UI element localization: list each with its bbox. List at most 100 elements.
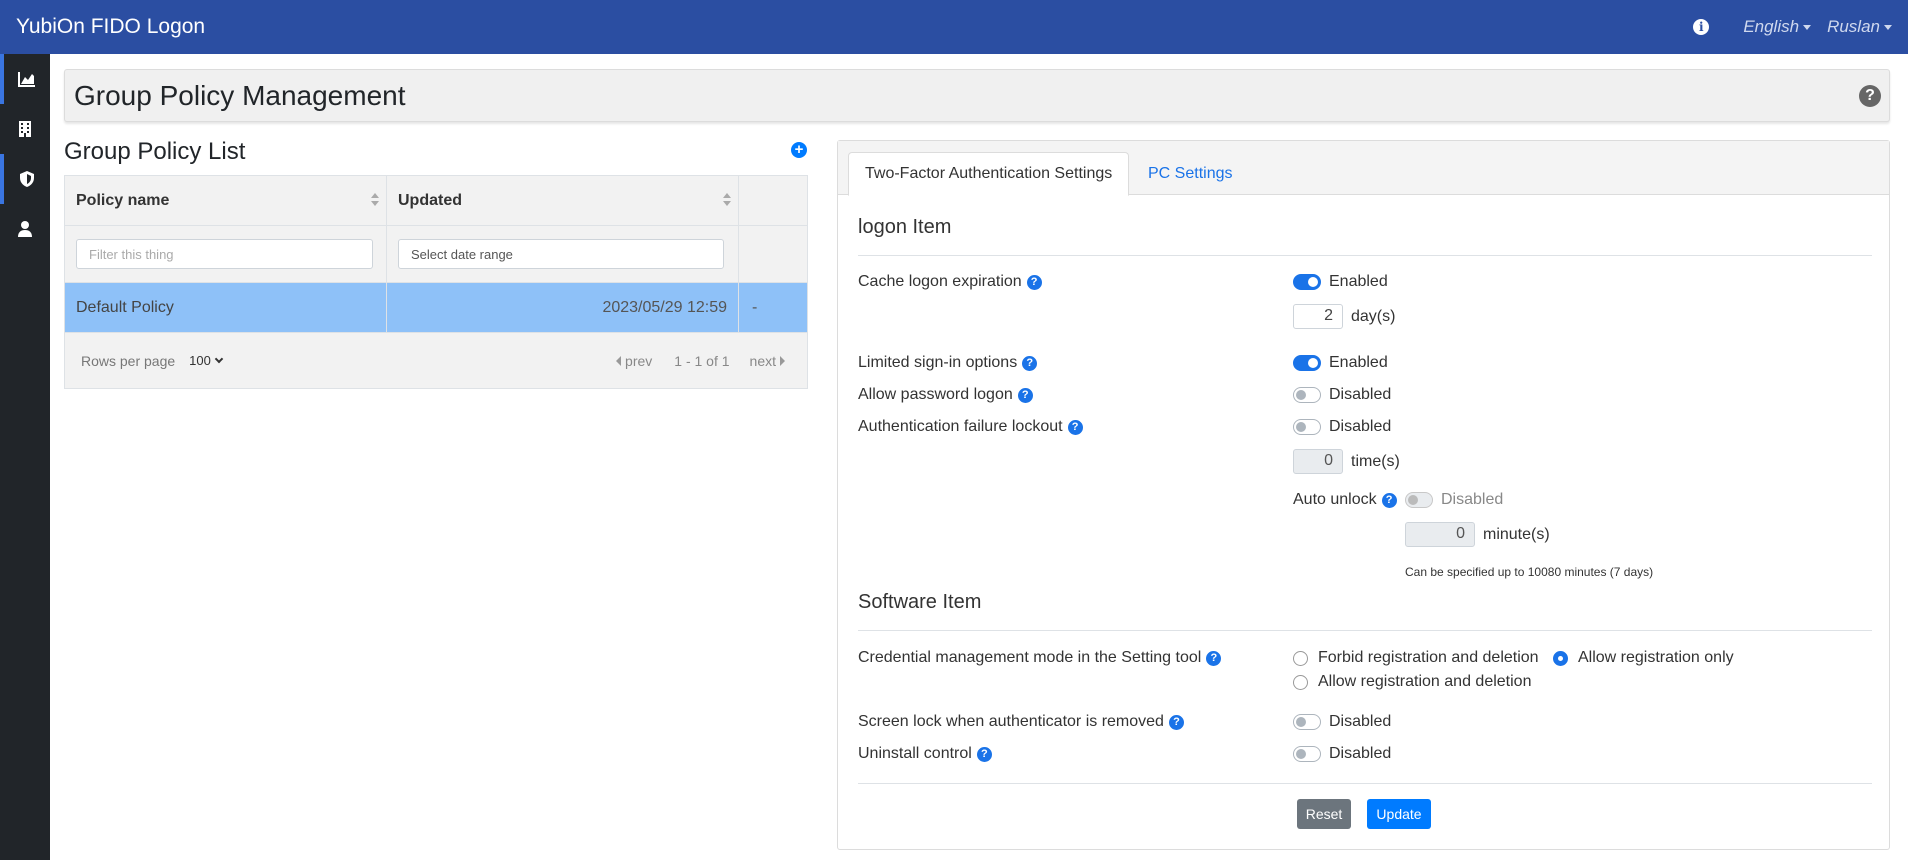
- auto-unlock-minutes-input[interactable]: 0: [1405, 522, 1475, 547]
- add-policy-icon[interactable]: +: [791, 142, 807, 158]
- help-icon[interactable]: ?: [1026, 274, 1042, 290]
- unit-label: day(s): [1351, 307, 1396, 325]
- uninstall-control-toggle[interactable]: Disabled: [1293, 745, 1391, 763]
- navbar-right: i English Ruslan: [1693, 17, 1892, 37]
- sidebar-item-group-policy[interactable]: [0, 154, 50, 204]
- credential-mode-label: Credential management mode in the Settin…: [858, 649, 1222, 667]
- table-pagination: Rows per page 100 prev 1 - 1 of 1 next: [65, 332, 807, 388]
- auto-unlock-toggle[interactable]: Disabled: [1405, 491, 1503, 509]
- sidebar-item-dashboard[interactable]: [0, 54, 50, 104]
- radio-allow-registration-deletion[interactable]: Allow registration and deletion: [1293, 673, 1531, 691]
- uninstall-control-status: Disabled: [1329, 745, 1392, 762]
- language-label: English: [1743, 17, 1800, 36]
- radio-button[interactable]: [1293, 674, 1308, 690]
- sidebar-item-organization[interactable]: [0, 104, 50, 154]
- tab-two-factor-settings[interactable]: Two-Factor Authentication Settings: [848, 152, 1130, 196]
- auto-unlock-label: Auto unlock: [1293, 491, 1377, 508]
- cache-logon-days-input[interactable]: 2: [1293, 304, 1343, 329]
- page-range: 1 - 1 of 1: [674, 352, 730, 369]
- allow-password-label: Allow password logon?: [858, 386, 1033, 404]
- update-button[interactable]: Update: [1367, 799, 1431, 829]
- toggle-switch[interactable]: [1293, 355, 1321, 371]
- next-page-button[interactable]: next: [750, 353, 785, 369]
- caret-down-icon: [1803, 24, 1812, 30]
- divider: [858, 630, 1872, 631]
- user-label: Ruslan: [1827, 17, 1880, 36]
- help-icon[interactable]: ?: [1206, 650, 1222, 666]
- auto-unlock-minutes: 0 minute(s): [1405, 522, 1550, 547]
- credential-mode-text: Credential management mode in the Settin…: [858, 649, 1202, 666]
- rows-per-page-value: 100: [189, 353, 211, 368]
- sidebar-item-users[interactable]: [0, 204, 50, 254]
- cache-logon-label: Cache logon expiration?: [858, 273, 1042, 291]
- radio-button[interactable]: [1293, 650, 1308, 666]
- help-icon[interactable]: ?: [1022, 355, 1038, 371]
- auth-lockout-label: Authentication failure lockout?: [858, 418, 1083, 436]
- radio-forbid-registration[interactable]: Forbid registration and deletion: [1293, 649, 1539, 667]
- extra-cell: -: [752, 298, 758, 316]
- toggle-switch[interactable]: [1293, 387, 1321, 403]
- help-icon[interactable]: ?: [1017, 387, 1033, 403]
- radio-button[interactable]: [1553, 650, 1568, 666]
- radio-allow-registration-only[interactable]: Allow registration only: [1553, 649, 1734, 667]
- auto-unlock-hint: Can be specified up to 10080 minutes (7 …: [1405, 565, 1654, 579]
- policy-table: Policy name Updated Filter this thing Se…: [64, 175, 808, 389]
- prev-label: prev: [625, 352, 653, 369]
- unit-label: time(s): [1351, 452, 1400, 470]
- uninstall-control-label: Uninstall control?: [858, 745, 992, 763]
- policy-list-title: Group Policy List: [64, 138, 246, 165]
- screen-lock-toggle[interactable]: Disabled: [1293, 713, 1391, 731]
- prev-page-button[interactable]: prev: [616, 353, 652, 369]
- toggle-switch[interactable]: [1293, 714, 1321, 730]
- toggle-switch[interactable]: [1293, 419, 1321, 435]
- sort-icon: [371, 193, 379, 207]
- filter-cell: Select date range: [387, 226, 739, 282]
- auth-lockout-times-input[interactable]: 0: [1293, 449, 1343, 474]
- rows-per-page-select[interactable]: 100: [189, 353, 224, 368]
- toggle-switch[interactable]: [1293, 274, 1321, 290]
- toggle-switch[interactable]: [1405, 492, 1433, 508]
- screen-lock-label: Screen lock when authenticator is remove…: [858, 713, 1184, 731]
- column-header-label: Updated: [398, 191, 462, 209]
- auth-lockout-toggle[interactable]: Disabled: [1293, 418, 1391, 436]
- filter-cell: Filter this thing: [65, 226, 387, 282]
- software-section-title: Software Item: [858, 591, 982, 613]
- policy-name-filter-input[interactable]: Filter this thing: [76, 239, 373, 269]
- settings-tab-bar: Two-Factor Authentication Settings PC Se…: [838, 141, 1889, 196]
- help-icon[interactable]: ?: [1381, 492, 1397, 508]
- allow-password-toggle[interactable]: Disabled: [1293, 386, 1391, 404]
- shield-icon: [20, 171, 34, 187]
- toggle-switch[interactable]: [1293, 746, 1321, 762]
- divider: [858, 783, 1872, 784]
- column-header-actions: [739, 176, 807, 225]
- next-label: next: [749, 352, 776, 369]
- limited-signin-text: Limited sign-in options: [858, 354, 1018, 371]
- screen-lock-status: Disabled: [1329, 713, 1392, 730]
- help-icon[interactable]: ?: [1168, 714, 1184, 730]
- limited-signin-toggle[interactable]: Enabled: [1293, 354, 1388, 372]
- app-brand[interactable]: YubiOn FIDO Logon: [16, 15, 205, 39]
- help-icon[interactable]: ?: [1859, 84, 1881, 107]
- reset-button[interactable]: Reset: [1297, 799, 1351, 829]
- caret-right-icon: [780, 355, 785, 366]
- table-row[interactable]: Default Policy 2023/05/29 12:59 -: [65, 283, 807, 332]
- column-header-updated[interactable]: Updated: [387, 176, 739, 225]
- info-icon[interactable]: i: [1693, 19, 1710, 35]
- tab-pc-settings[interactable]: PC Settings: [1132, 152, 1248, 196]
- cache-logon-days: 2 day(s): [1293, 304, 1395, 329]
- table-header-row: Policy name Updated: [65, 176, 807, 226]
- allow-password-status: Disabled: [1329, 386, 1392, 403]
- auth-lockout-times: 0 time(s): [1293, 449, 1400, 474]
- screen-lock-text: Screen lock when authenticator is remove…: [858, 713, 1164, 730]
- page-header: Group Policy Management ?: [64, 69, 1890, 122]
- caret-down-icon: [1884, 24, 1892, 30]
- filter-cell: [739, 226, 807, 282]
- language-dropdown[interactable]: English: [1743, 17, 1812, 37]
- date-range-input[interactable]: Select date range: [398, 239, 724, 269]
- user-dropdown[interactable]: Ruslan: [1827, 17, 1892, 37]
- help-icon[interactable]: ?: [1067, 419, 1083, 435]
- column-header-policy-name[interactable]: Policy name: [65, 176, 387, 225]
- cache-logon-toggle[interactable]: Enabled: [1293, 273, 1388, 291]
- help-icon[interactable]: ?: [976, 746, 992, 762]
- auth-lockout-text: Authentication failure lockout: [858, 418, 1063, 435]
